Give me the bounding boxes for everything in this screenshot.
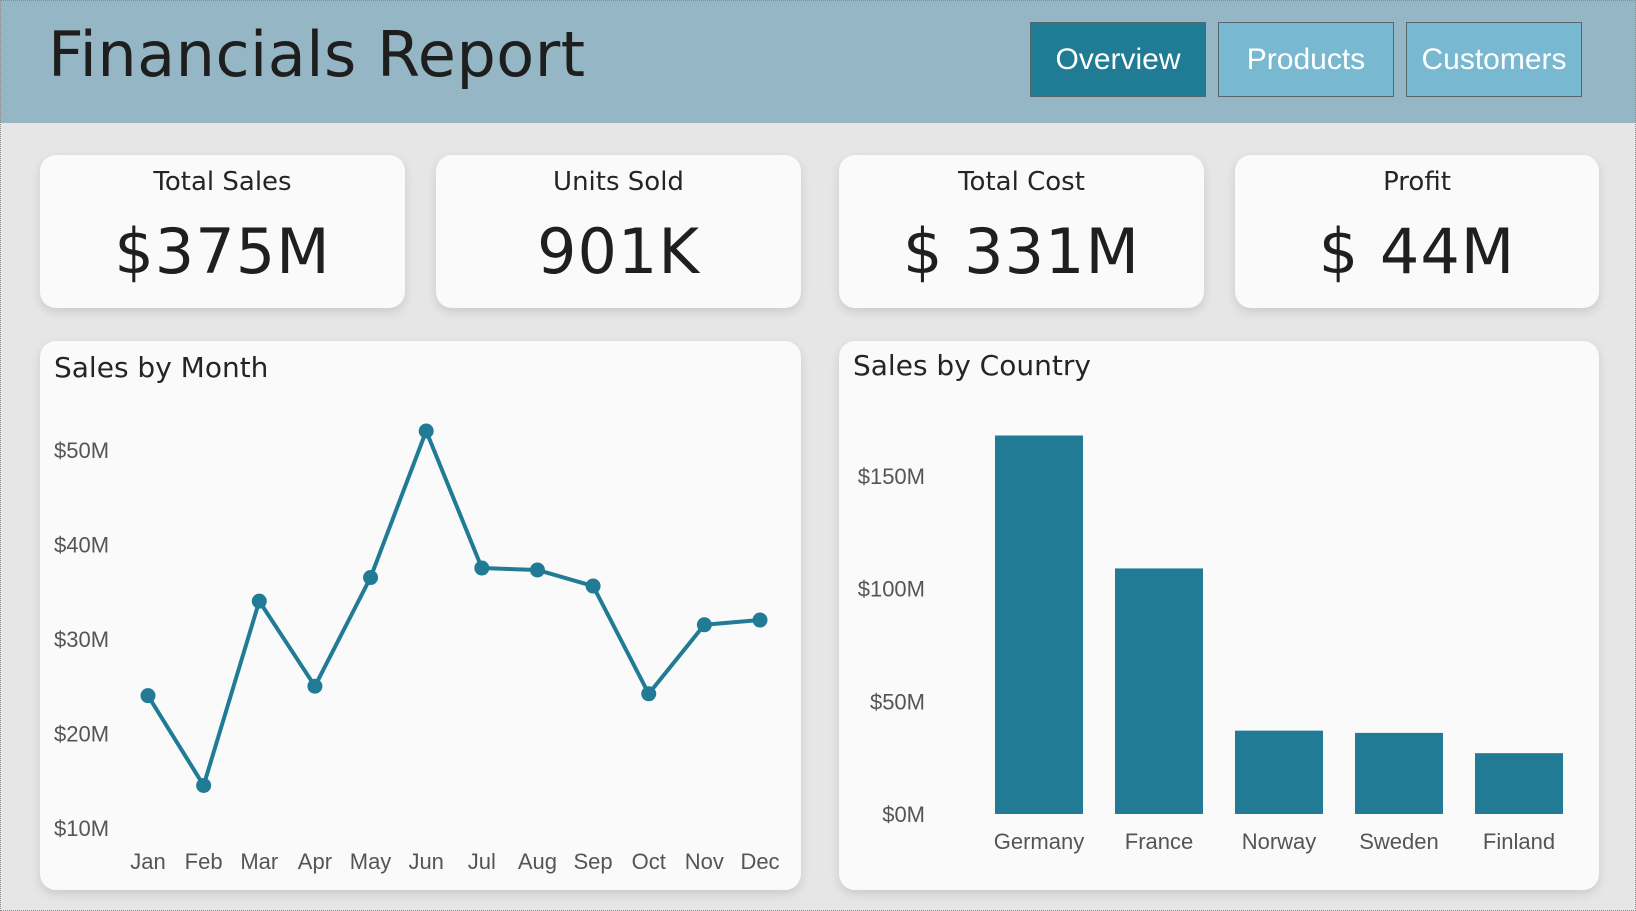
data-point [196,777,212,793]
bar [1115,568,1203,814]
sales-by-country-panel: Sales by Country $0M $50M $100M $150M German… [839,341,1599,890]
x-tick-label: Sep [574,849,613,874]
header-bar: Financials Report Overview Products Cust… [0,0,1636,123]
x-tick-label: Germany [994,829,1084,854]
data-point [752,612,768,628]
customers-button[interactable]: Customers [1406,22,1582,97]
series-line [146,429,761,788]
x-tick-label: Nov [685,849,724,874]
y-tick-label: $10M [54,816,109,841]
data-point [474,560,490,576]
kpi-label: Total Cost [958,167,1085,197]
bar [1355,732,1443,814]
page-title: Financials Report [48,18,586,91]
kpi-card-total-cost: Total Cost $ 331M [839,155,1204,308]
kpi-label: Units Sold [553,167,684,197]
sales-by-month-panel: Sales by Month $10M $20M $30M $40M $50M Jan Fe… [40,341,801,890]
kpi-value: $ 44M [1318,215,1516,288]
data-point [140,688,156,704]
y-tick-label: $100M [858,577,925,602]
y-tick-label: $30M [54,627,109,652]
data-point [363,570,379,586]
kpi-card-profit: Profit $ 44M [1235,155,1599,308]
x-tick-label: Jan [130,849,165,874]
kpi-value: 901K [537,215,700,288]
x-tick-label: Mar [240,849,278,874]
bar [1235,730,1323,814]
kpi-value: $ 331M [903,215,1140,288]
y-tick-label: $50M [54,438,109,463]
kpi-card-total-sales: Total Sales $375M [40,155,405,308]
data-point [529,562,545,578]
y-tick-label: $50M [870,689,925,714]
y-tick-label: $20M [54,721,109,746]
y-tick-label: $0M [882,802,925,827]
data-point [641,686,657,702]
kpi-label: Profit [1383,167,1451,197]
data-point [585,578,601,594]
bar [1475,753,1563,814]
data-point [696,617,712,633]
overview-button[interactable]: Overview [1030,22,1206,97]
x-tick-label: Norway [1242,829,1317,854]
x-tick-label: Dec [740,849,779,874]
data-point [251,593,267,609]
sales-by-month-chart: $10M $20M $30M $40M $50M Jan Feb Mar Apr May Jun Ju… [54,423,780,874]
x-tick-label: Oct [632,849,666,874]
x-tick-label: Aug [518,849,557,874]
data-point [307,678,323,694]
data-point [418,423,434,439]
x-tick-label: Finland [1483,829,1555,854]
x-tick-label: May [350,849,392,874]
y-tick-label: $150M [858,464,925,489]
products-button[interactable]: Products [1218,22,1394,97]
kpi-card-units-sold: Units Sold 901K [436,155,801,308]
x-tick-label: Jul [468,849,496,874]
sales-by-country-chart: $0M $50M $100M $150M Germany France Norway Swed… [858,435,1563,854]
x-tick-label: Apr [298,849,332,874]
kpi-label: Total Sales [153,167,292,197]
x-tick-label: Jun [408,849,443,874]
x-tick-label: Sweden [1359,829,1439,854]
x-tick-label: France [1125,829,1193,854]
x-tick-label: Feb [185,849,223,874]
y-tick-label: $40M [54,532,109,557]
kpi-value: $375M [114,215,331,288]
bar [995,435,1083,814]
